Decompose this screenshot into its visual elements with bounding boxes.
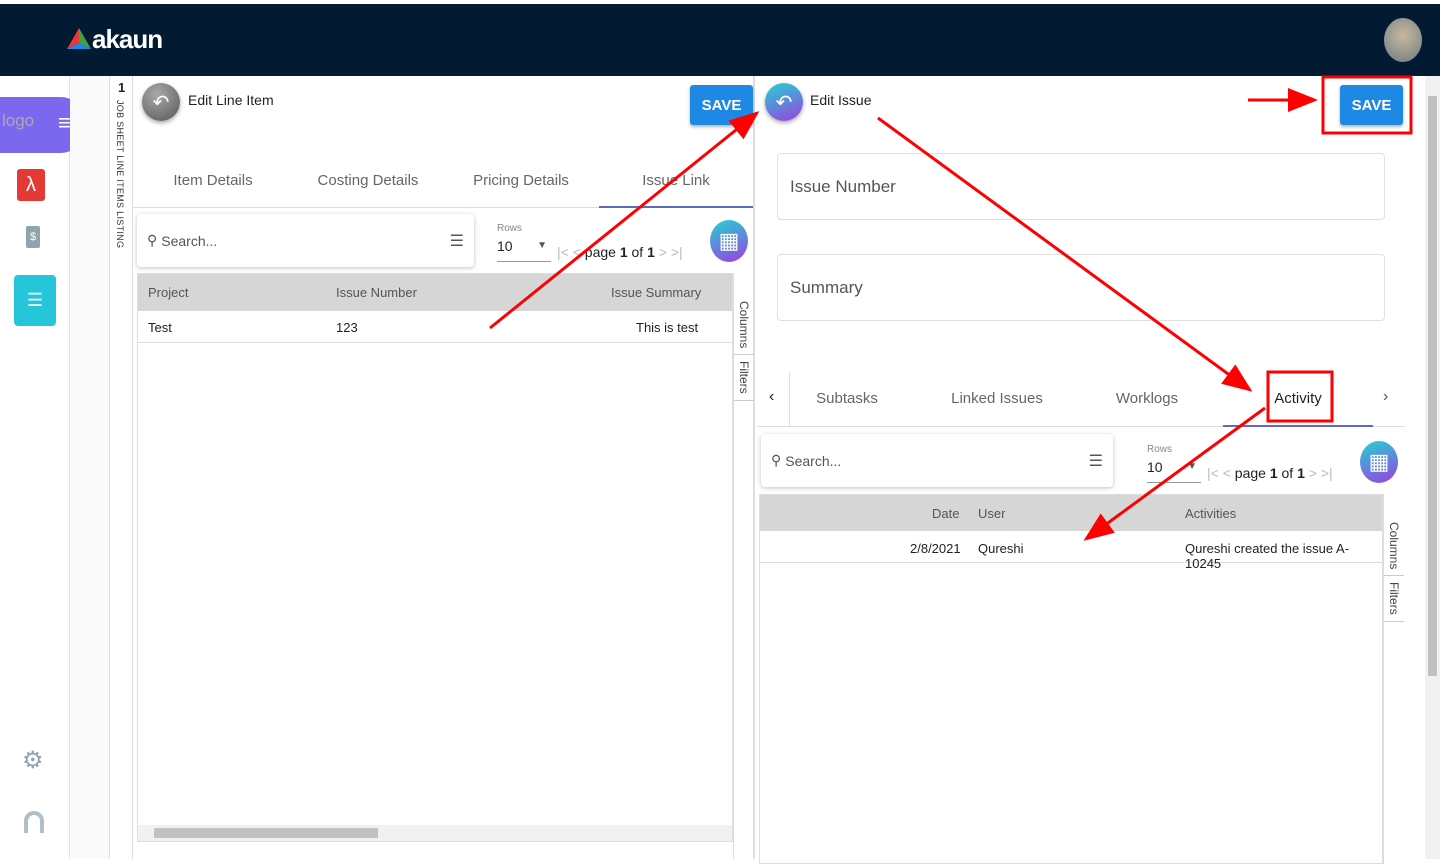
annotation-box-activity <box>1266 370 1334 423</box>
annotation-arrow <box>877 116 1253 392</box>
annotation-box-save <box>1321 75 1413 135</box>
annotation-arrow <box>489 111 760 330</box>
annotation-arrow <box>1083 406 1266 541</box>
annotation-overlay <box>489 75 1413 541</box>
